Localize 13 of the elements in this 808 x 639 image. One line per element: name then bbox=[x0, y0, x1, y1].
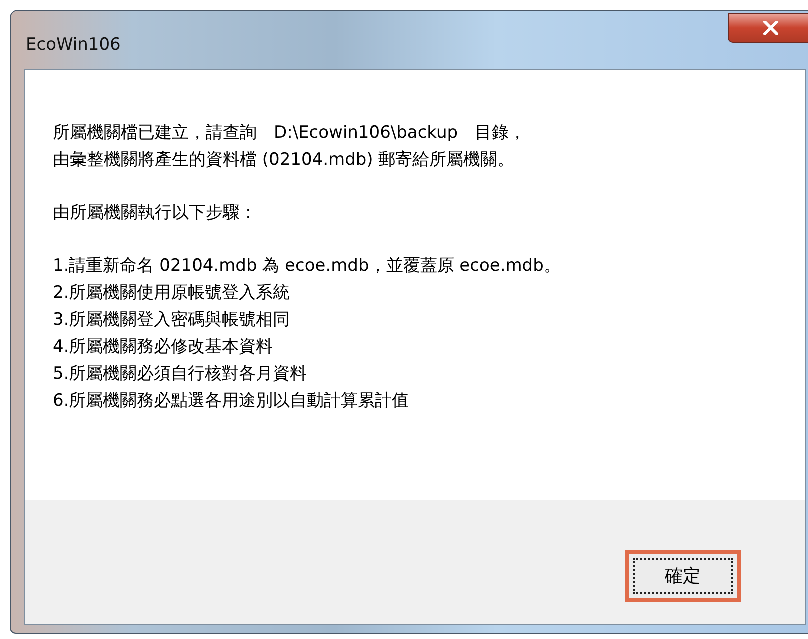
message-text: 5.所屬機關必須自行核對各月資料 bbox=[53, 363, 308, 386]
message-text: 由彙整機關將產生的資料檔 (02104.mdb) 郵寄給所屬機關。 bbox=[53, 149, 515, 172]
message-text: 2.所屬機關使用原帳號登入系統 bbox=[53, 282, 290, 305]
message-text: 所屬機關檔已建立，請查詢 D:\Ecowin106\backup 目錄， bbox=[53, 122, 526, 145]
message-text: 1.請重新命名 02104.mdb 為 ecoe.mdb，並覆蓋原 ecoe.mdb。 bbox=[53, 255, 561, 278]
message-text: 6.所屬機關務必點選各用途別以自動計算累計值 bbox=[53, 390, 410, 413]
message-text: 由所屬機關執行以下步驟： bbox=[53, 202, 257, 225]
message-text: 3.所屬機關登入密碼與帳號相同 bbox=[53, 309, 290, 332]
message-text: 4.所屬機關務必修改基本資料 bbox=[53, 336, 274, 359]
close-button[interactable] bbox=[728, 13, 808, 43]
window-title: EcoWin106 bbox=[26, 35, 121, 55]
ok-button[interactable]: 確定 bbox=[625, 550, 741, 602]
close-icon bbox=[763, 21, 779, 35]
